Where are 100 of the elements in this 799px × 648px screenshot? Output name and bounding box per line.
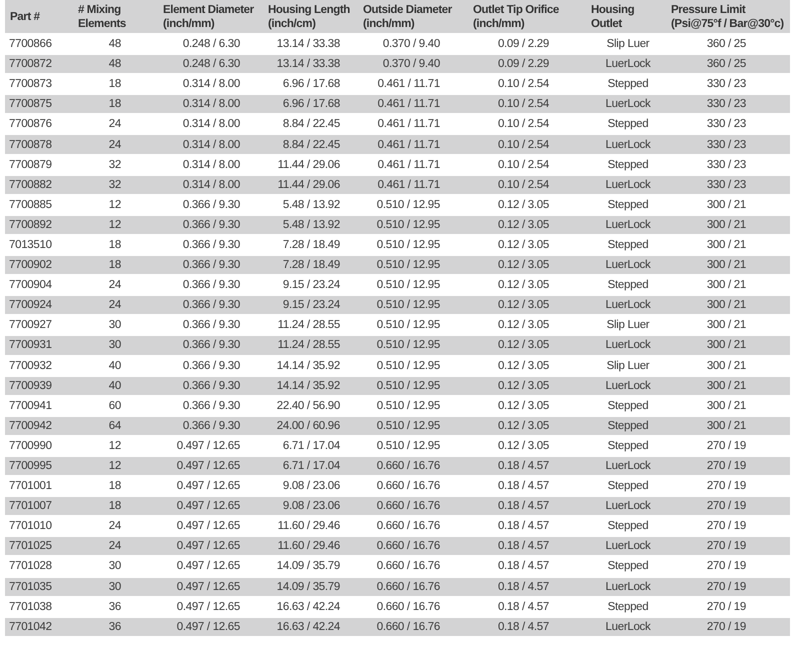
table-cell-text: 0.510 / 12.95 <box>376 238 441 251</box>
table-cell-text: LuerLock <box>604 259 652 272</box>
table-cell-text: 0.18 / 4.57 <box>496 580 550 593</box>
table-cell-text: 0.18 / 4.57 <box>496 500 550 512</box>
table-cell-text: 0.510 / 12.95 <box>376 299 441 312</box>
table-cell-text: 0.18 / 4.57 <box>496 600 550 613</box>
table-cell-text: 0.314 / 8.00 <box>182 98 241 110</box>
table-cell-text: 7.28 / 18.49 <box>282 259 341 272</box>
table-cell-text: 300 / 21 <box>706 259 747 272</box>
column-header: # Mixing Elements <box>77 2 127 30</box>
table-cell-text: 30 <box>108 339 122 352</box>
column-header: Housing Length (inch/cm) <box>267 2 351 30</box>
table-cell-text: 0.366 / 9.30 <box>182 279 241 292</box>
table-cell-text: Stepped <box>606 520 650 532</box>
table-cell-text: 0.18 / 4.57 <box>496 460 550 472</box>
table-cell-text: 7700866 <box>8 38 53 50</box>
table-cell-text: Stepped <box>606 560 650 572</box>
table-cell-text: 270 / 19 <box>706 500 747 512</box>
table-cell-text: 0.10 / 2.54 <box>496 78 550 90</box>
table-cell-text: LuerLock <box>604 460 652 472</box>
table-cell-text: 24.00 / 60.96 <box>276 420 341 432</box>
table-cell-text: Slip Luer <box>606 38 650 50</box>
table-cell-text: 0.660 / 16.76 <box>376 460 441 472</box>
table-cell-text: 24 <box>108 299 122 312</box>
table-cell-text: 270 / 19 <box>706 460 747 472</box>
table-cell-text: 0.12 / 3.05 <box>496 380 550 392</box>
table-cell-text: 0.510 / 12.95 <box>376 279 441 292</box>
table-cell-text: 0.366 / 9.30 <box>182 218 241 231</box>
table-cell-text: 0.366 / 9.30 <box>182 400 241 412</box>
table-cell-text: 0.510 / 12.95 <box>376 218 441 231</box>
table-cell-text: 7700875 <box>8 98 53 110</box>
table-cell-text: 7700942 <box>8 420 53 432</box>
table-cell-text: 0.510 / 12.95 <box>376 420 441 432</box>
table-cell-text: LuerLock <box>604 178 652 191</box>
table-cell-text: 7701001 <box>8 480 53 492</box>
table-cell-text: 12 <box>108 218 122 231</box>
table-cell-text: 0.660 / 16.76 <box>376 520 441 532</box>
table-cell-text: 0.10 / 2.54 <box>496 138 550 151</box>
table-cell-text: 64 <box>108 420 122 432</box>
table-cell-text: 0.12 / 3.05 <box>496 198 550 211</box>
table-cell-text: 18 <box>108 480 122 492</box>
table-cell-text: 11.60 / 29.46 <box>276 520 341 532</box>
table-cell-text: 300 / 21 <box>706 299 747 312</box>
table-cell-text: 14.09 / 35.79 <box>276 580 341 593</box>
table-cell-text: 0.12 / 3.05 <box>496 259 550 272</box>
table-cell-text: 0.660 / 16.76 <box>376 600 441 613</box>
table-cell-text: 0.497 / 12.65 <box>176 460 241 472</box>
table-cell-text: 13.14 / 33.38 <box>276 38 341 50</box>
table-cell-text: 0.10 / 2.54 <box>496 118 550 130</box>
table-cell-text: 0.660 / 16.76 <box>376 480 441 492</box>
table-cell-text: 0.366 / 9.30 <box>182 299 241 312</box>
table-cell-text: 11.24 / 28.55 <box>276 319 341 332</box>
table-cell-text: 0.510 / 12.95 <box>376 360 441 372</box>
table-cell-text: 300 / 21 <box>706 420 747 432</box>
table-cell-text: 0.18 / 4.57 <box>496 480 550 492</box>
table-cell-text: 0.366 / 9.30 <box>182 238 241 251</box>
table-cell-text: 7700990 <box>8 440 53 452</box>
table-cell-text: 0.370 / 9.40 <box>382 58 441 70</box>
table-cell-text: 0.314 / 8.00 <box>182 178 241 191</box>
table-cell-text: 40 <box>108 380 122 392</box>
table-cell-text: 7700892 <box>8 218 53 231</box>
table-cell-text: 7701010 <box>8 520 53 532</box>
table-cell-text: 0.497 / 12.65 <box>176 480 241 492</box>
table-cell-text: 300 / 21 <box>706 360 747 372</box>
table-cell-text: 0.510 / 12.95 <box>376 400 441 412</box>
table-cell-text: 330 / 23 <box>706 138 747 151</box>
table-cell-text: 7700885 <box>8 198 53 211</box>
table-cell-text: Stepped <box>606 400 650 412</box>
table-cell-text: 7700882 <box>8 178 53 191</box>
table-cell-text: LuerLock <box>604 380 652 392</box>
column-header: Pressure Limit (Psi@75°f / Bar@30°c) <box>670 2 785 30</box>
table-cell-text: 7700904 <box>8 279 53 292</box>
table-cell-text: 0.10 / 2.54 <box>496 178 550 191</box>
table-cell-text: 9.15 / 23.24 <box>282 299 341 312</box>
table-cell-text: 0.248 / 6.30 <box>182 38 241 50</box>
table-cell-text: 270 / 19 <box>706 480 747 492</box>
table-cell-text: 22.40 / 56.90 <box>276 400 341 412</box>
table-cell-text: 0.314 / 8.00 <box>182 138 241 151</box>
table-cell-text: 360 / 25 <box>706 38 747 50</box>
table-cell-text: 9.08 / 23.06 <box>282 480 341 492</box>
table-cell-text: 18 <box>108 238 122 251</box>
table-cell-text: 24 <box>108 118 122 130</box>
table-cell-text: LuerLock <box>604 58 652 70</box>
table-cell-text: 0.497 / 12.65 <box>176 500 241 512</box>
table-cell-text: 8.84 / 22.45 <box>282 118 341 130</box>
table-cell-text: 24 <box>108 138 122 151</box>
table-cell-text: 270 / 19 <box>706 620 747 633</box>
table-cell-text: 7700931 <box>8 339 53 352</box>
column-header: Element Diameter (inch/mm) <box>162 2 255 30</box>
table-cell-text: Stepped <box>606 440 650 452</box>
column-header: Housing Outlet <box>590 2 636 30</box>
table-cell-text: 7700873 <box>8 78 53 90</box>
table-cell-text: 7700876 <box>8 118 53 130</box>
table-cell-text: 300 / 21 <box>706 279 747 292</box>
table-cell-text: 270 / 19 <box>706 540 747 552</box>
table-cell-text: 7700879 <box>8 158 53 171</box>
table-cell-text: 7700939 <box>8 380 53 392</box>
table-cell-text: 7701042 <box>8 620 53 633</box>
table-cell-text: 7700995 <box>8 460 53 472</box>
table-cell-text: 0.660 / 16.76 <box>376 500 441 512</box>
